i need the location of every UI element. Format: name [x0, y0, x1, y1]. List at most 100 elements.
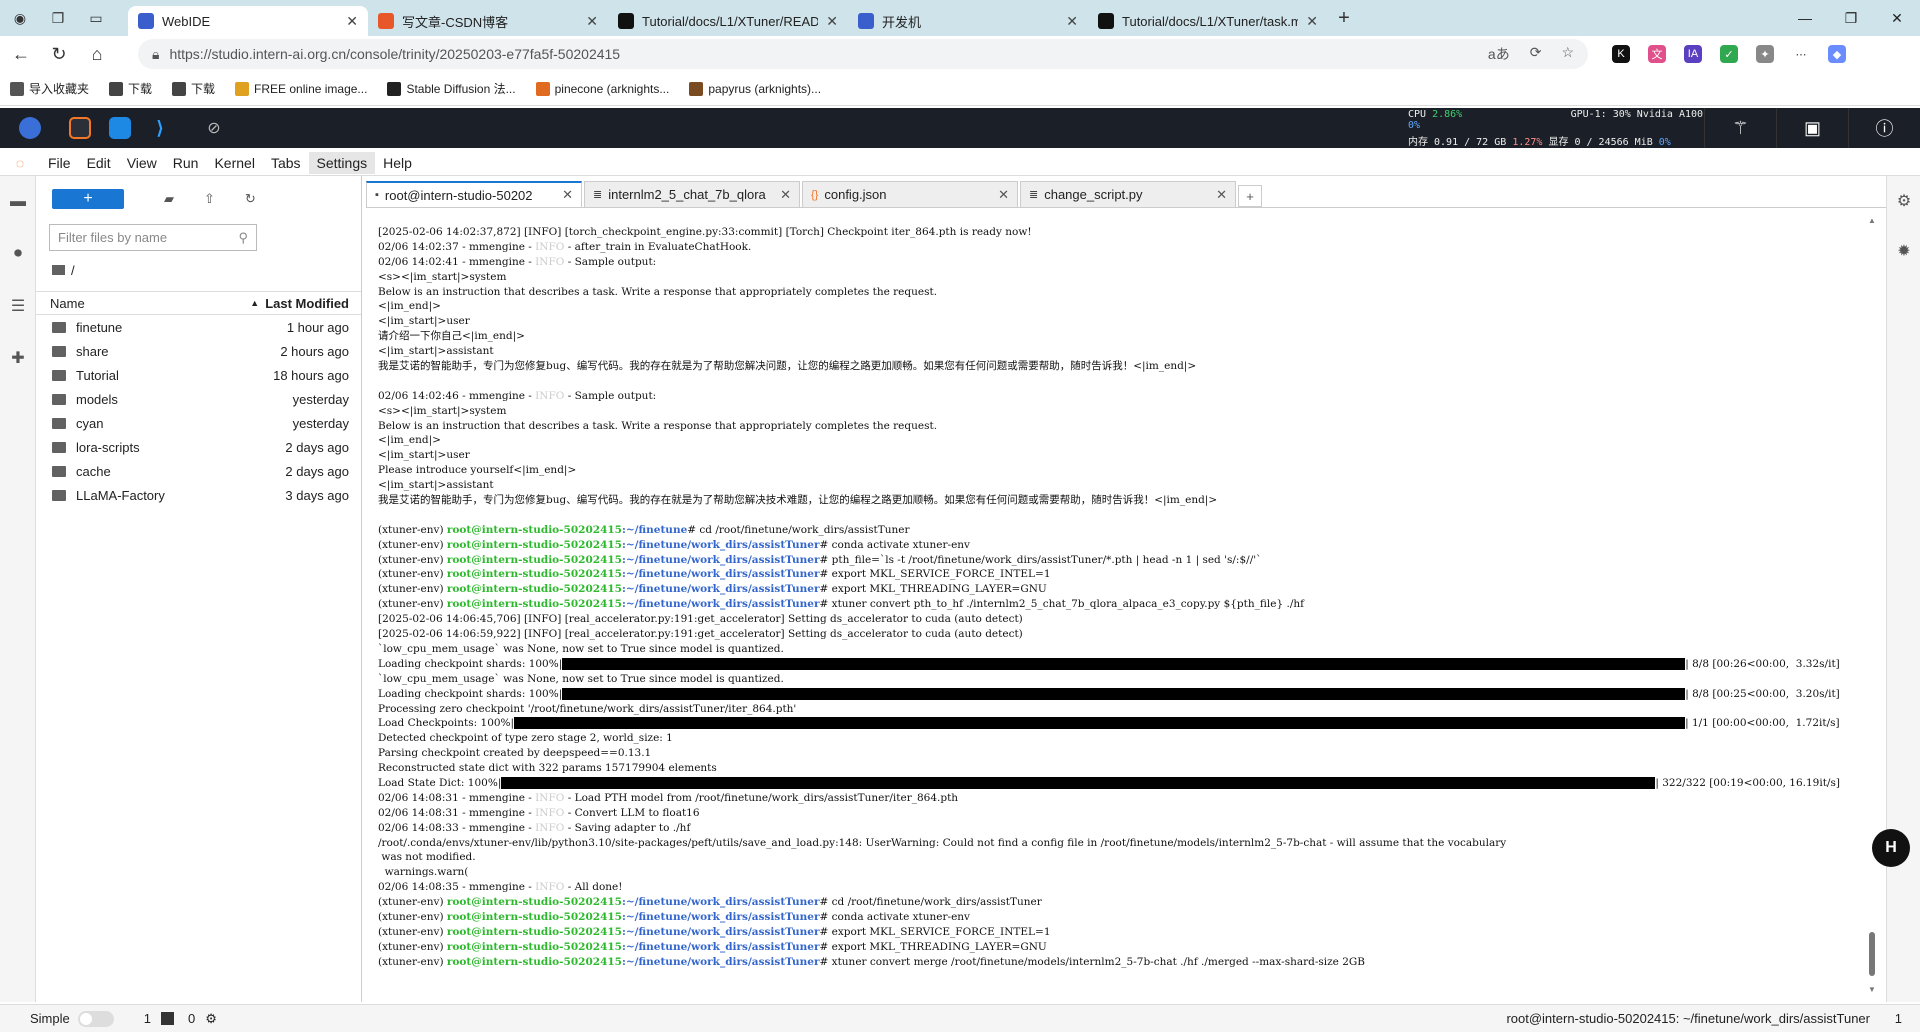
refresh-icon[interactable]: ⟳	[1530, 44, 1542, 64]
editor-tab[interactable]: ≣ change_script.py ✕	[1020, 181, 1236, 207]
extension-icon-ia[interactable]: IA	[1684, 45, 1702, 63]
shield-icon[interactable]: ✓	[1720, 45, 1738, 63]
info-icon[interactable]: ⓘ	[1848, 108, 1920, 148]
simple-mode-toggle[interactable]	[77, 1010, 114, 1027]
url-field[interactable]: 🔒︎ https://studio.intern-ai.org.cn/conso…	[138, 39, 1588, 69]
restore-button[interactable]: ❐	[1828, 0, 1874, 36]
debugger-icon[interactable]: ✹	[1887, 226, 1920, 276]
jupyter-app-icon[interactable]	[60, 108, 100, 148]
compass-icon[interactable]: ⊘	[194, 108, 234, 148]
upload-icon[interactable]: ⇧	[204, 191, 215, 207]
extension-icon-k[interactable]: K	[1612, 45, 1630, 63]
file-row[interactable]: cyan yesterday	[36, 411, 361, 435]
copilot-icon[interactable]: ◆	[1828, 45, 1846, 63]
modified-column-header[interactable]: Last Modified	[265, 296, 349, 311]
vertical-tabs-icon[interactable]: ▭	[86, 8, 106, 28]
menu-settings[interactable]: Settings	[308, 151, 376, 174]
bookmark-item[interactable]: FREE online image...	[235, 81, 367, 96]
notification-count[interactable]: 1	[1895, 1011, 1902, 1026]
extension-icon-translate[interactable]: 文	[1648, 45, 1666, 63]
refresh-icon[interactable]: ↻	[245, 191, 256, 207]
browser-tab[interactable]: 开发机 ✕	[848, 6, 1088, 36]
profile-icon[interactable]: ◉	[10, 8, 30, 28]
tab-close-icon[interactable]: ✕	[346, 13, 358, 30]
folder-icon[interactable]: ▬	[0, 176, 36, 228]
running-icon[interactable]: ⏺	[0, 228, 36, 280]
extensions-icon[interactable]: ✚	[0, 332, 36, 384]
minimize-button[interactable]: —	[1782, 0, 1828, 36]
new-launcher-button[interactable]: +	[52, 189, 124, 209]
menu-tabs[interactable]: Tabs	[263, 152, 309, 174]
file-row[interactable]: LLaMA-Factory 3 days ago	[36, 483, 361, 507]
bookmark-item[interactable]: Stable Diffusion 法...	[387, 80, 516, 97]
terminal-output[interactable]: [2025-02-06 14:02:37,872] [INFO] [torch_…	[366, 210, 1862, 995]
collections-icon[interactable]: ❐	[48, 8, 68, 28]
file-row[interactable]: share 2 hours ago	[36, 339, 361, 363]
menu-kernel[interactable]: Kernel	[206, 152, 262, 174]
bookmark-item[interactable]: pinecone (arknights...	[535, 81, 669, 96]
code-app-icon[interactable]	[100, 108, 140, 148]
terminal-scrollbar[interactable]: ▲ ▼	[1864, 216, 1880, 994]
new-folder-icon[interactable]: ▰	[164, 191, 174, 207]
close-window-button[interactable]: ✕	[1874, 0, 1920, 36]
editor-tab[interactable]: ≣ internlm2_5_chat_7b_qlora ✕	[584, 181, 800, 207]
browser-tab[interactable]: Tutorial/docs/L1/XTuner/READM ✕	[608, 6, 848, 36]
toc-icon[interactable]: ☰	[0, 280, 36, 332]
tab-close-icon[interactable]: ✕	[998, 187, 1009, 203]
file-row[interactable]: lora-scripts 2 days ago	[36, 435, 361, 459]
tab-close-icon[interactable]: ✕	[1066, 13, 1078, 30]
tab-close-icon[interactable]: ✕	[826, 13, 838, 30]
bookmark-item[interactable]: 下载	[109, 80, 152, 97]
intern-logo-icon[interactable]	[0, 108, 60, 148]
editor-tab-title: config.json	[824, 187, 887, 202]
extensions-puzzle-icon[interactable]: ✦	[1756, 45, 1774, 63]
editor-tab[interactable]: {} config.json ✕	[802, 181, 1018, 207]
tab-close-icon[interactable]: ✕	[1216, 187, 1227, 203]
vscode-icon[interactable]: ⟩	[140, 108, 180, 148]
browser-tab[interactable]: Tutorial/docs/L1/XTuner/task.md ✕	[1088, 6, 1328, 36]
file-row[interactable]: Tutorial 18 hours ago	[36, 363, 361, 387]
tab-close-icon[interactable]: ✕	[562, 187, 573, 203]
file-row[interactable]: finetune 1 hour ago	[36, 315, 361, 339]
image-viewer-icon[interactable]: ▣	[1776, 108, 1848, 148]
back-button[interactable]: ←	[4, 39, 38, 69]
tab-close-icon[interactable]: ✕	[780, 187, 791, 203]
file-row[interactable]: models yesterday	[36, 387, 361, 411]
read-aloud-icon[interactable]: aあ	[1488, 44, 1510, 64]
scroll-up-icon[interactable]: ▲	[1868, 216, 1876, 225]
browser-tab[interactable]: 写文章-CSDN博客 ✕	[368, 6, 608, 36]
property-inspector-icon[interactable]: ⚙	[1887, 176, 1920, 226]
editor-tab[interactable]: ▪ root@intern-studio-50202 ✕	[366, 181, 582, 207]
url-text: https://studio.intern-ai.org.cn/console/…	[169, 46, 621, 62]
file-modified: 2 days ago	[285, 439, 349, 455]
reload-button[interactable]: ↻	[42, 39, 76, 69]
menu-file[interactable]: File	[40, 152, 79, 174]
favorite-star-icon[interactable]: ☆	[1561, 44, 1574, 64]
terminal-count[interactable]: 1	[144, 1011, 151, 1026]
kernel-count[interactable]: 0	[188, 1011, 195, 1026]
bookmark-item[interactable]: papyrus (arknights)...	[689, 81, 821, 96]
menu-run[interactable]: Run	[165, 152, 207, 174]
name-column-header[interactable]: Name	[50, 296, 250, 311]
filter-input[interactable]: Filter files by name ⚲	[49, 224, 257, 251]
breadcrumb[interactable]: /	[52, 259, 361, 281]
browser-tab[interactable]: WebIDE ✕	[128, 6, 368, 36]
file-row[interactable]: cache 2 days ago	[36, 459, 361, 483]
bookmark-item[interactable]: 导入收藏夹	[10, 80, 89, 97]
tuning-fork-icon[interactable]: ⚚	[1704, 108, 1776, 148]
bookmark-item[interactable]: 下载	[172, 80, 215, 97]
prompt-path: :~/finetune/work_dirs/assistTuner	[622, 925, 820, 938]
menu-help[interactable]: Help	[375, 152, 420, 174]
menu-edit[interactable]: Edit	[79, 152, 119, 174]
add-tab-button[interactable]: +	[1238, 185, 1262, 207]
scroll-down-icon[interactable]: ▼	[1868, 985, 1876, 994]
tab-close-icon[interactable]: ✕	[586, 13, 598, 30]
log-message: - Convert LLM to float16	[564, 806, 700, 819]
menu-view[interactable]: View	[119, 152, 165, 174]
scroll-thumb[interactable]	[1869, 932, 1875, 976]
home-button[interactable]: ⌂	[80, 39, 114, 69]
tab-close-icon[interactable]: ✕	[1306, 13, 1318, 30]
new-tab-button[interactable]: +	[1328, 7, 1360, 30]
floating-assistant-button[interactable]: H	[1872, 829, 1910, 867]
more-menu-icon[interactable]: ⋯	[1792, 45, 1810, 63]
